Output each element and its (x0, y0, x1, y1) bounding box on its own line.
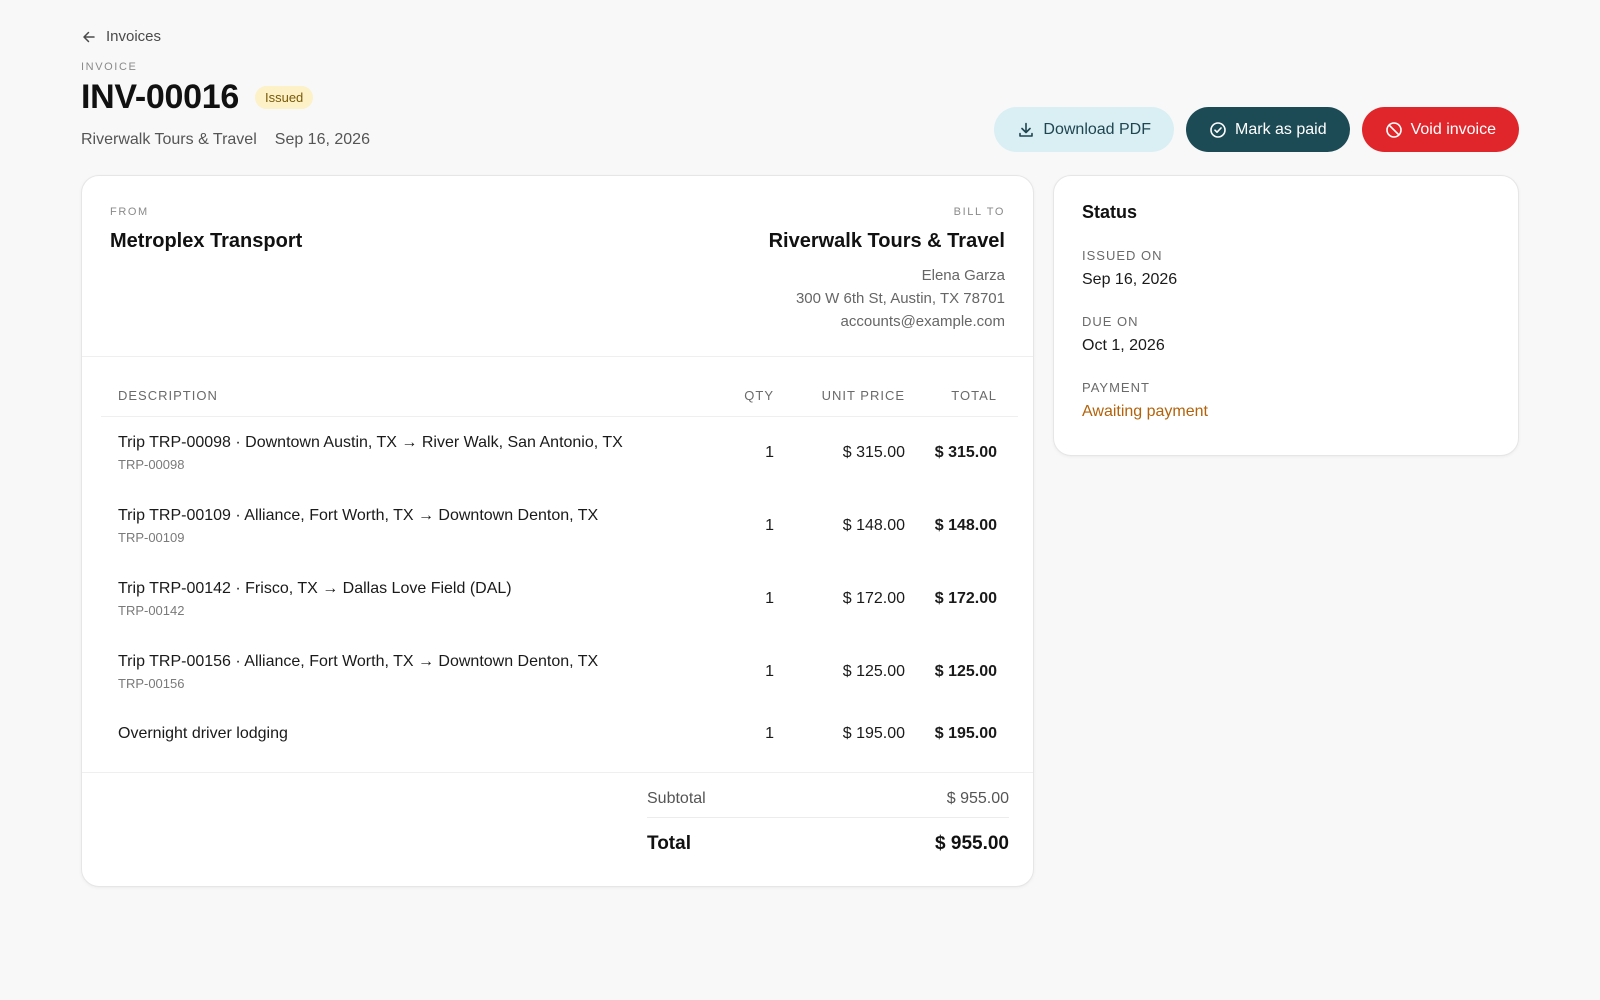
line-items-table: DESCRIPTION QTY UNIT PRICE TOTAL Trip TR… (101, 375, 1018, 759)
total-value: $ 955.00 (935, 832, 1009, 854)
invoice-parties: FROM Metroplex Transport BILL TO Riverwa… (82, 176, 1033, 357)
column-header-total: TOTAL (905, 375, 1018, 417)
column-header-description: DESCRIPTION (101, 375, 694, 417)
payment-block: PAYMENT Awaiting payment (1082, 380, 1208, 421)
download-pdf-label: Download PDF (1043, 120, 1152, 138)
title-row: INV-00016 Issued (81, 78, 314, 117)
item-reference: TRP-00109 (118, 529, 185, 545)
item-qty: 1 (765, 662, 774, 680)
mark-as-paid-button[interactable]: Mark as paid (1186, 107, 1350, 152)
totals-divider (82, 772, 1033, 773)
item-description-cell: Trip TRP-00098 · Downtown Austin, TX → R… (101, 416, 694, 489)
item-qty: 1 (765, 589, 774, 607)
bill-to-company-name: Riverwalk Tours & Travel (768, 230, 1005, 252)
item-unit-price: $ 172.00 (842, 589, 905, 607)
status-badge: Issued (254, 86, 314, 109)
table-row: Trip TRP-00098 · Downtown Austin, TX → R… (101, 416, 1018, 489)
subtotal-label: Subtotal (647, 789, 706, 807)
item-description: Trip TRP-00156 · Alliance, Fort Worth, T… (118, 652, 599, 670)
subtotal-value: $ 955.00 (946, 789, 1009, 807)
item-reference: TRP-00142 (118, 602, 185, 618)
item-total: $ 195.00 (934, 724, 997, 742)
download-icon (1019, 122, 1034, 137)
download-pdf-button[interactable]: Download PDF (994, 107, 1175, 152)
check-circle-icon (1210, 121, 1226, 138)
item-total: $ 148.00 (934, 516, 997, 534)
item-unit-price: $ 315.00 (842, 443, 905, 461)
item-total: $ 172.00 (934, 589, 997, 607)
column-header-unit-price: UNIT PRICE (774, 375, 905, 417)
status-card: Status ISSUED ON Sep 16, 2026 DUE ON Oct… (1053, 175, 1519, 456)
arrow-left-icon (83, 31, 95, 42)
total-label: Total (647, 832, 691, 854)
item-qty: 1 (765, 443, 774, 461)
item-description-cell: Trip TRP-00142 · Frisco, TX → Dallas Lov… (101, 562, 694, 635)
bill-to-email: accounts@example.com (840, 313, 1005, 330)
meta-date: Sep 16, 2026 (274, 131, 370, 148)
payment-status-value: Awaiting payment (1082, 403, 1208, 420)
bill-to-block: BILL TO Riverwalk Tours & Travel Elena G… (769, 206, 1005, 330)
item-unit-price: $ 148.00 (842, 516, 905, 534)
item-description-cell: Overnight driver lodging (101, 708, 694, 759)
table-header-row: DESCRIPTION QTY UNIT PRICE TOTAL (101, 375, 1018, 417)
due-on-value: Oct 1, 2026 (1082, 337, 1165, 354)
item-description-cell: Trip TRP-00156 · Alliance, Fort Worth, T… (101, 635, 694, 708)
item-qty: 1 (765, 724, 774, 742)
issued-on-label: ISSUED ON (1082, 248, 1163, 263)
back-link-label: Invoices (106, 28, 162, 45)
subtotal-row: Subtotal $ 955.00 (647, 788, 1009, 818)
action-bar: Download PDF Mark as paid Void invoice (994, 107, 1519, 152)
void-invoice-button[interactable]: Void invoice (1361, 107, 1519, 152)
item-unit-price: $ 125.00 (842, 662, 905, 680)
due-on-block: DUE ON Oct 1, 2026 (1082, 314, 1165, 355)
invoice-card: FROM Metroplex Transport BILL TO Riverwa… (81, 175, 1034, 887)
mark-as-paid-label: Mark as paid (1235, 120, 1327, 138)
issued-on-value: Sep 16, 2026 (1082, 271, 1178, 288)
item-reference: TRP-00156 (118, 675, 185, 691)
from-company-name: Metroplex Transport (110, 230, 303, 252)
void-invoice-label: Void invoice (1410, 120, 1496, 138)
invoice-meta: Riverwalk Tours & Travel Sep 16, 2026 (81, 131, 370, 149)
payment-label: PAYMENT (1082, 380, 1150, 395)
bill-to-address: 300 W 6th St, Austin, TX 78701 (795, 290, 1005, 307)
item-qty: 1 (765, 516, 774, 534)
table-row: Trip TRP-00142 · Frisco, TX → Dallas Lov… (101, 562, 1018, 635)
ban-icon (1385, 121, 1402, 138)
bill-to-label: BILL TO (953, 206, 1005, 218)
page-title: INV-00016 (81, 78, 239, 116)
totals-block: Subtotal $ 955.00 Total $ 955.00 (647, 788, 1009, 863)
back-to-invoices-link[interactable]: Invoices (81, 28, 161, 45)
item-total: $ 125.00 (934, 662, 997, 680)
from-block: FROM Metroplex Transport (110, 206, 302, 253)
page-eyebrow: INVOICE (81, 61, 138, 73)
status-card-title: Status (1082, 202, 1138, 222)
item-description-cell: Trip TRP-00109 · Alliance, Fort Worth, T… (101, 489, 694, 562)
issued-on-block: ISSUED ON Sep 16, 2026 (1082, 248, 1177, 289)
item-reference: TRP-00098 (118, 456, 185, 472)
item-unit-price: $ 195.00 (842, 724, 905, 742)
item-total: $ 315.00 (934, 443, 997, 461)
meta-customer: Riverwalk Tours & Travel (81, 131, 257, 148)
column-header-qty: QTY (694, 375, 774, 417)
item-description: Overnight driver lodging (118, 724, 288, 742)
invoice-page: Invoices INVOICE INV-00016 Issued Riverw… (0, 0, 1600, 1000)
from-label: FROM (110, 206, 149, 218)
due-on-label: DUE ON (1082, 314, 1139, 329)
table-row: Trip TRP-00109 · Alliance, Fort Worth, T… (101, 489, 1018, 562)
table-row: Overnight driver lodging 1 $ 195.00 $ 19… (101, 708, 1018, 759)
table-row: Trip TRP-00156 · Alliance, Fort Worth, T… (101, 635, 1018, 708)
bill-to-contact: Elena Garza (921, 267, 1005, 284)
total-row: Total $ 955.00 (647, 818, 1009, 863)
item-description: Trip TRP-00098 · Downtown Austin, TX → R… (118, 433, 623, 451)
item-description: Trip TRP-00109 · Alliance, Fort Worth, T… (118, 506, 599, 524)
item-description: Trip TRP-00142 · Frisco, TX → Dallas Lov… (118, 579, 512, 597)
